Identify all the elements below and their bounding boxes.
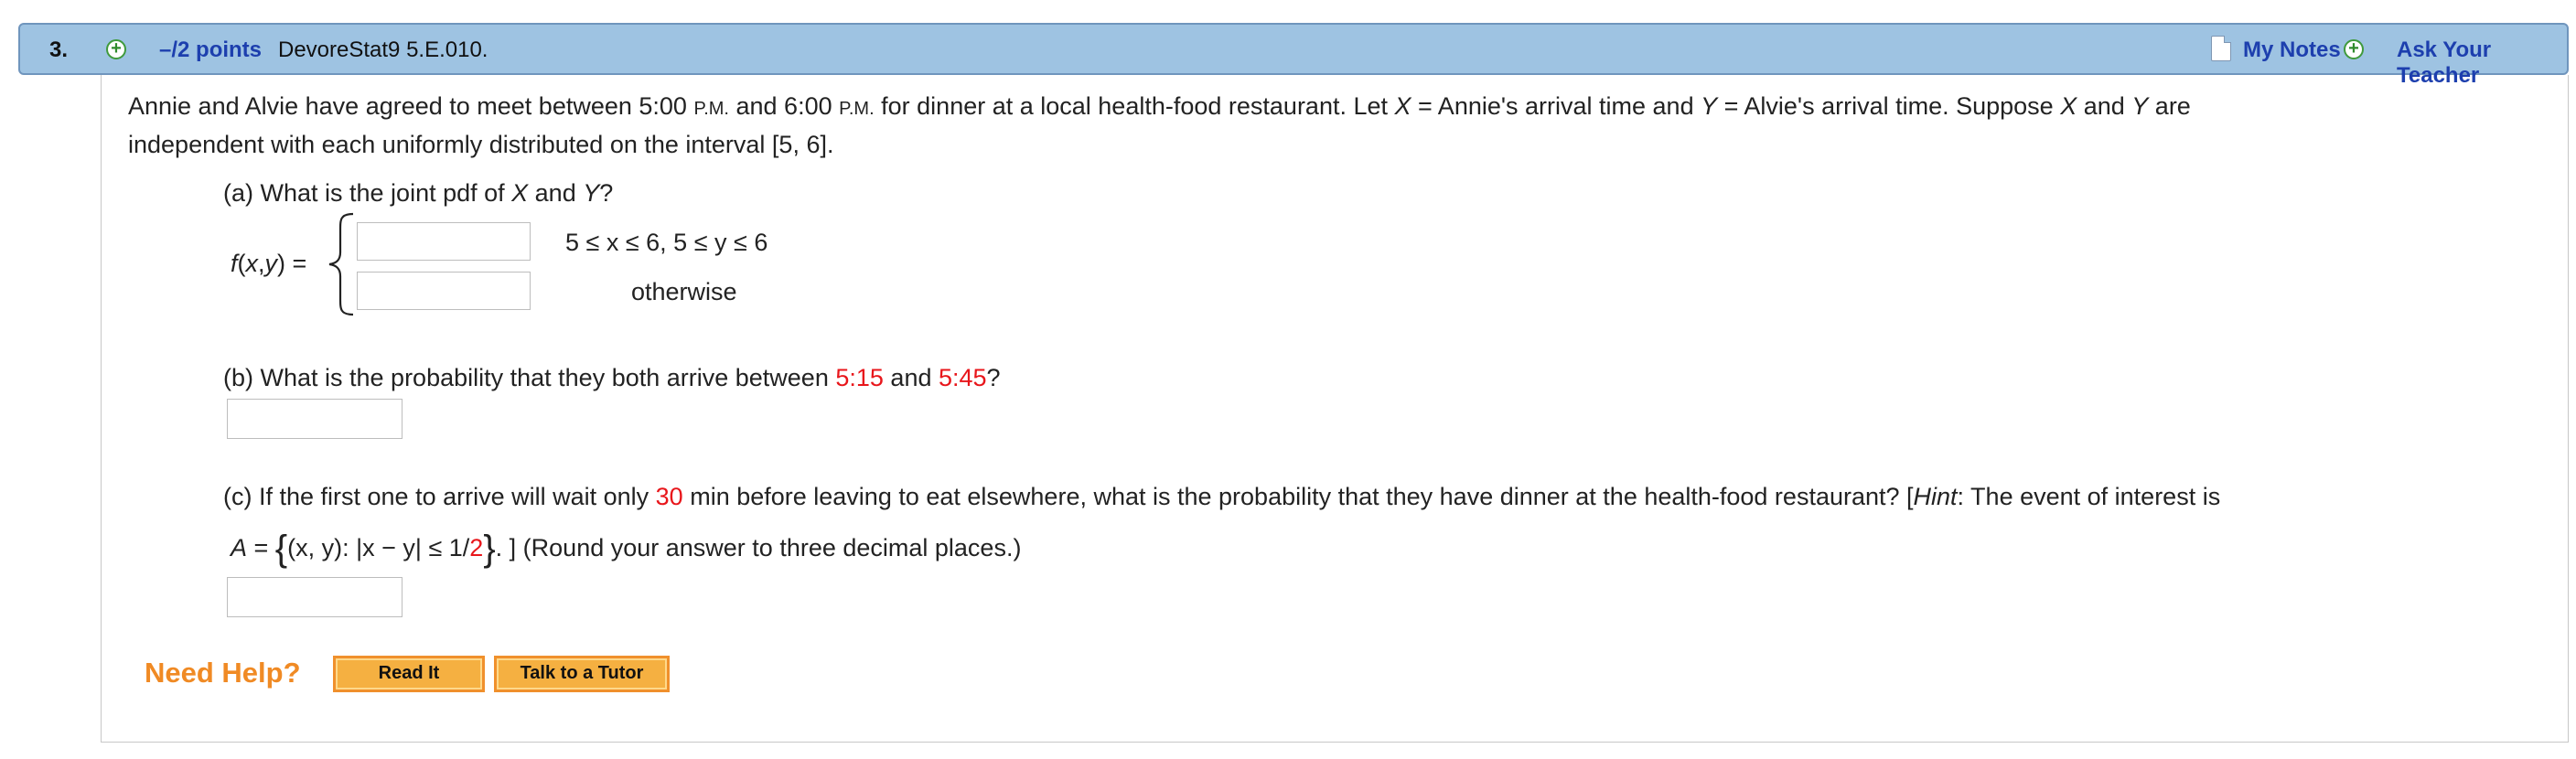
otherwise-value-input[interactable] <box>357 272 531 310</box>
fxy-equals: ) = <box>277 250 307 277</box>
piecewise-brace <box>328 212 354 316</box>
question-source: DevoreStat9 5.E.010. <box>278 37 488 62</box>
var-y: Y <box>583 179 600 207</box>
part-c-text: min before leaving to eat elsewhere, wha… <box>682 483 1914 510</box>
time-end: 5:45 <box>938 364 987 391</box>
fxy-y: y <box>264 250 278 277</box>
intro-text: for dinner at a local health-food restau… <box>874 92 1395 120</box>
intro-line-1: Annie and Alvie have agreed to meet betw… <box>128 92 2191 121</box>
pm-label: P.M. <box>693 99 729 119</box>
part-b-question: (b) What is the probability that they bo… <box>223 364 1001 392</box>
need-help-label: Need Help? <box>145 657 301 689</box>
time-start: 5:15 <box>835 364 884 391</box>
expand-plus-icon[interactable]: + <box>106 39 126 59</box>
part-c-question-line-1: (c) If the first one to arrive will wait… <box>223 483 2220 511</box>
question-body <box>101 75 2569 743</box>
intro-text: = Annie's arrival time and <box>1411 92 1701 120</box>
set-definition: (x, y): |x − y| ≤ 1/ <box>287 534 470 561</box>
part-b-answer-input[interactable] <box>227 399 402 439</box>
my-notes-link[interactable]: My Notes <box>2243 37 2341 63</box>
condition-range: 5 ≤ x ≤ 6, 5 ≤ y ≤ 6 <box>565 229 768 256</box>
event-a-label: A <box>231 534 248 561</box>
ask-teacher-plus-icon[interactable]: + <box>2344 39 2364 59</box>
pdf-value-input[interactable] <box>357 222 531 261</box>
var-x: X <box>2060 92 2077 120</box>
intro-text: and 6:00 <box>729 92 840 120</box>
part-c-text: : The event of interest is <box>1957 483 2221 510</box>
intro-text: Annie and Alvie have agreed to meet betw… <box>128 92 694 120</box>
intro-line-2: independent with each uniformly distribu… <box>128 131 834 158</box>
intro-text: are <box>2148 92 2191 120</box>
part-c-answer-input[interactable] <box>227 577 402 617</box>
intro-text: and <box>2077 92 2132 120</box>
fxy-f: f <box>231 250 238 277</box>
wait-minutes: 30 <box>655 483 683 510</box>
hint-label: Hint <box>1913 483 1958 510</box>
notes-icon[interactable] <box>2211 36 2231 61</box>
read-it-button[interactable]: Read It <box>333 656 485 692</box>
fxy-x: x <box>245 250 259 277</box>
set-close-brace: } <box>483 529 496 569</box>
var-y: Y <box>2131 92 2149 120</box>
question-number: 3. <box>49 37 69 62</box>
part-b-text: ? <box>986 364 1001 391</box>
var-y: Y <box>1701 92 1718 120</box>
part-c-text: (c) If the first one to arrive will wait… <box>223 483 656 510</box>
var-x: X <box>511 179 529 207</box>
part-c-question-line-2: A = {(x, y): |x − y| ≤ 1/2}. ] (Round yo… <box>231 529 1021 570</box>
fxy-comma: , <box>258 250 265 277</box>
intro-text: = Alvie's arrival time. Suppose <box>1717 92 2061 120</box>
part-a-text: ? <box>599 179 614 207</box>
part-a-text: (a) What is the joint pdf of <box>223 179 512 207</box>
condition-otherwise: otherwise <box>631 278 737 305</box>
fxy-label: f(x,y) = <box>231 250 306 278</box>
points-label[interactable]: –/2 points <box>159 37 262 63</box>
part-b-text: and <box>883 364 939 391</box>
set-open-brace: { <box>274 529 288 569</box>
part-c-text: = <box>247 534 275 561</box>
pm-label: P.M. <box>839 99 875 119</box>
var-x: X <box>1394 92 1411 120</box>
part-c-text: . ] (Round your answer to three decimal … <box>495 534 1022 561</box>
fxy-paren: ( <box>237 250 246 277</box>
question-header: 3. + –/2 points DevoreStat9 5.E.010. My … <box>18 23 2569 88</box>
part-a-text: and <box>528 179 584 207</box>
talk-to-tutor-button[interactable]: Talk to a Tutor <box>494 656 670 692</box>
set-denominator: 2 <box>469 534 484 561</box>
part-a-question: (a) What is the joint pdf of X and Y? <box>223 179 613 208</box>
part-b-text: (b) What is the probability that they bo… <box>223 364 836 391</box>
